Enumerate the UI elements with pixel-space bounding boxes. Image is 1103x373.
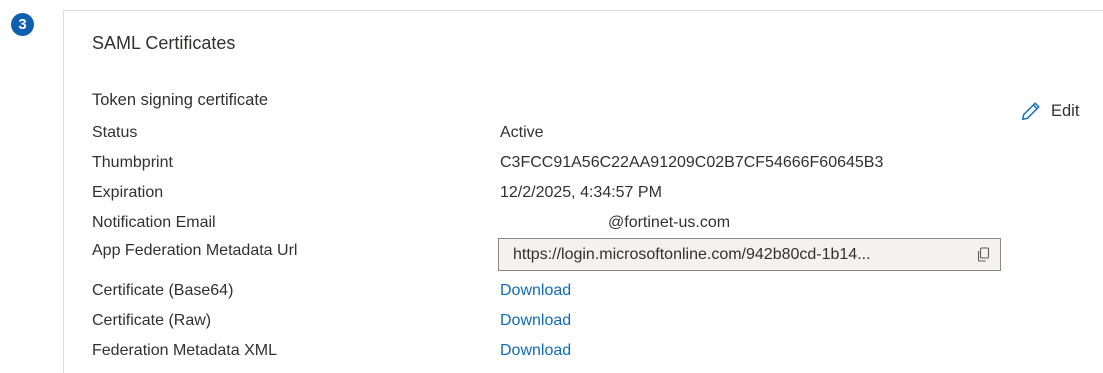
notification-email-label: Notification Email (92, 214, 216, 231)
saml-certificates-panel: 3 SAML Certificates Token signing certif… (0, 0, 1103, 373)
status-value: Active (500, 124, 544, 141)
edit-button[interactable]: Edit (1020, 100, 1079, 122)
status-label: Status (92, 124, 138, 141)
federation-metadata-xml-download-link[interactable]: Download (500, 342, 571, 360)
token-signing-certificate-heading: Token signing certificate (92, 91, 269, 109)
certificate-base64-download-link[interactable]: Download (500, 282, 571, 300)
step-number-badge: 3 (11, 13, 34, 36)
edit-label: Edit (1051, 101, 1080, 120)
certificate-raw-download-link[interactable]: Download (500, 312, 571, 330)
thumbprint-value: C3FCC91A56C22AA91209C02B7CF54666F60645B3 (500, 154, 884, 171)
expiration-value: 12/2/2025, 4:34:57 PM (500, 184, 662, 201)
certificate-raw-label: Certificate (Raw) (92, 312, 212, 329)
card-title: SAML Certificates (92, 33, 236, 53)
notification-email-value: @fortinet-us.com (608, 214, 731, 231)
federation-metadata-xml-label: Federation Metadata XML (92, 342, 277, 359)
saml-certificates-card: SAML Certificates Token signing certific… (63, 10, 1103, 373)
app-federation-metadata-url-field[interactable]: https://login.microsoftonline.com/942b80… (498, 238, 1001, 271)
thumbprint-label: Thumbprint (92, 154, 173, 171)
pencil-icon (1020, 100, 1042, 122)
app-federation-metadata-url-value[interactable]: https://login.microsoftonline.com/942b80… (513, 246, 968, 264)
app-federation-metadata-url-label: App Federation Metadata Url (92, 242, 298, 259)
copy-icon[interactable] (974, 246, 992, 264)
certificate-base64-label: Certificate (Base64) (92, 282, 234, 299)
expiration-label: Expiration (92, 184, 164, 201)
